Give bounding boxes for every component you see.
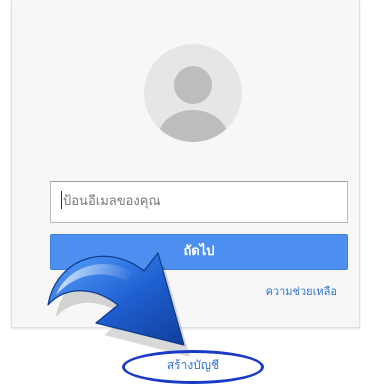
sign-in-screen: ป้อนอีเมลของคุณ ถัดไป ความช่วยเหลือ สร้า… [0,0,370,388]
email-input[interactable]: ป้อนอีเมลของคุณ [50,181,348,223]
text-caret [61,191,62,209]
avatar-body [158,110,228,142]
email-placeholder: ป้อนอีเมลของคุณ [63,194,161,209]
help-link[interactable]: ความช่วยเหลือ [266,282,337,300]
default-avatar-icon [144,44,242,142]
avatar-head [174,66,212,104]
create-account-link[interactable]: สร้างบัญชี [122,350,264,384]
curved-arrow-icon [47,252,190,357]
